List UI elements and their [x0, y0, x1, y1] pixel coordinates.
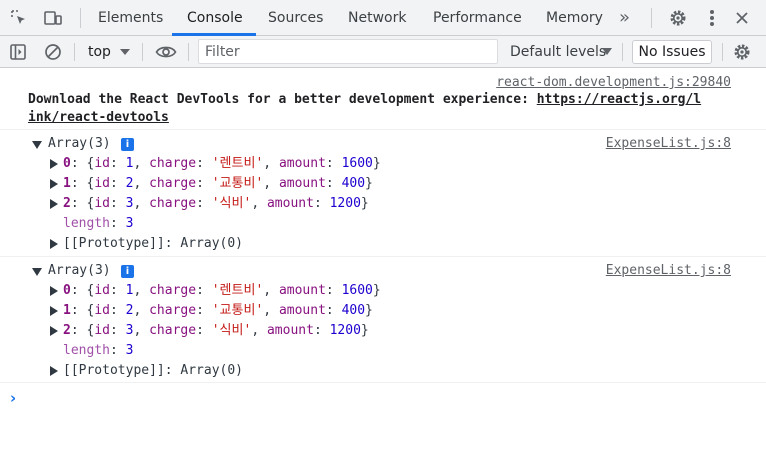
divider: [74, 43, 75, 61]
tab-performance[interactable]: Performance: [433, 0, 522, 36]
close-devtools-icon[interactable]: [727, 0, 757, 36]
issues-button[interactable]: No Issues: [632, 40, 712, 64]
context-dropdown-caret-icon[interactable]: [120, 49, 130, 55]
more-tabs-chevron-icon[interactable]: »: [619, 0, 630, 36]
divider: [651, 8, 652, 28]
expand-triangle-icon[interactable]: [50, 286, 58, 296]
live-expression-eye-icon[interactable]: [153, 36, 179, 68]
settings-gear-icon[interactable]: [663, 0, 693, 36]
array-prototype[interactable]: [[Prototype]]: Array(0): [63, 234, 243, 254]
clear-console-icon[interactable]: [40, 36, 66, 68]
divider: [188, 43, 189, 61]
divider: [142, 43, 143, 61]
expand-triangle-icon[interactable]: [50, 239, 58, 249]
log-levels-dropdown[interactable]: Default levels: [510, 36, 606, 68]
tab-console[interactable]: Console: [187, 0, 243, 36]
filter-input[interactable]: [198, 39, 498, 64]
expand-triangle-icon[interactable]: [50, 199, 58, 209]
expand-triangle-icon[interactable]: [50, 366, 58, 376]
expand-triangle-icon[interactable]: [50, 306, 58, 316]
divider: [722, 43, 723, 61]
devtools-url-link[interactable]: https://reactjs.org/l: [537, 92, 701, 107]
console-prompt-chevron-icon[interactable]: ›: [10, 389, 16, 407]
source-link[interactable]: ExpenseList.js:8: [606, 261, 731, 281]
expand-triangle-icon[interactable]: [50, 159, 58, 169]
devtools-url-link-continued[interactable]: ink/react-devtools: [28, 110, 169, 125]
array-item[interactable]: 2: {id: 3, charge: '식비', amount: 1200}: [63, 321, 369, 341]
console-toolbar: top Default levels No Issues: [0, 36, 766, 68]
expand-triangle-icon[interactable]: [50, 179, 58, 189]
tab-memory[interactable]: Memory: [546, 0, 603, 36]
info-icon: i: [121, 138, 134, 151]
show-sidebar-icon[interactable]: [5, 36, 31, 68]
array-length: length: 3: [63, 216, 134, 231]
tab-network[interactable]: Network: [348, 0, 406, 36]
array-item[interactable]: 0: {id: 1, charge: '렌트비', amount: 1600}: [63, 154, 381, 174]
device-toolbar-icon[interactable]: [38, 0, 68, 36]
message-text: Download the React DevTools for a better…: [28, 92, 537, 107]
array-label[interactable]: Array(3): [48, 261, 111, 281]
collapse-triangle-icon[interactable]: [32, 141, 42, 149]
array-item[interactable]: 1: {id: 2, charge: '교통비', amount: 400}: [63, 174, 373, 194]
array-item[interactable]: 2: {id: 3, charge: '식비', amount: 1200}: [63, 194, 369, 214]
context-selector[interactable]: top: [88, 36, 111, 68]
array-label[interactable]: Array(3): [48, 134, 111, 154]
tab-sources[interactable]: Sources: [268, 0, 323, 36]
more-options-kebab-icon[interactable]: [697, 0, 727, 36]
console-message-devtools: react-dom.development.js:29840 Download …: [0, 69, 766, 130]
tab-elements[interactable]: Elements: [98, 0, 163, 36]
console-output: react-dom.development.js:29840 Download …: [0, 69, 766, 461]
log-levels-caret-icon[interactable]: [602, 48, 612, 55]
console-message-array-log: Array(3) i ExpenseList.js:8 0: {id: 1, c…: [0, 130, 766, 257]
console-message-array-log: Array(3) i ExpenseList.js:8 0: {id: 1, c…: [0, 257, 766, 383]
collapse-triangle-icon[interactable]: [32, 268, 42, 276]
divider: [622, 43, 623, 61]
devtools-tab-bar: Elements Console Sources Network Perform…: [0, 0, 766, 36]
array-length: length: 3: [63, 343, 134, 358]
expand-triangle-icon[interactable]: [50, 326, 58, 336]
array-item[interactable]: 0: {id: 1, charge: '렌트비', amount: 1600}: [63, 281, 381, 301]
divider: [80, 8, 81, 28]
array-prototype[interactable]: [[Prototype]]: Array(0): [63, 361, 243, 381]
source-link[interactable]: ExpenseList.js:8: [606, 134, 731, 154]
info-icon: i: [121, 265, 134, 278]
inspect-element-icon[interactable]: [4, 0, 34, 36]
array-item[interactable]: 1: {id: 2, charge: '교통비', amount: 400}: [63, 301, 373, 321]
console-settings-gear-icon[interactable]: [729, 36, 755, 68]
